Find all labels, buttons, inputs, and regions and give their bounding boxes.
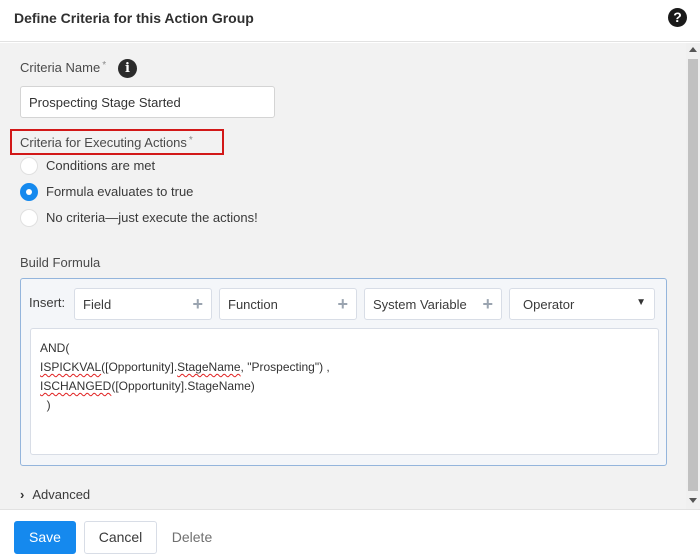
advanced-toggle[interactable]: › Advanced [20,487,90,502]
formula-line: AND( [40,341,70,355]
chevron-right-icon: › [20,487,25,502]
formula-editor[interactable]: AND( ISPICKVAL([Opportunity].StageName, … [30,328,659,455]
dialog-header: Define Criteria for this Action Group ? [0,0,700,42]
plus-icon: + [337,294,348,314]
scroll-up-arrow-icon[interactable] [689,47,697,52]
formula-line: ISCHANGED([Opportunity].StageName) [40,379,255,393]
cancel-button[interactable]: Cancel [84,521,157,554]
insert-system-variable-button[interactable]: System Variable + [364,288,502,320]
insert-function-button[interactable]: Function + [219,288,357,320]
criteria-name-label: Criteria Name * [20,60,107,75]
dialog-body: Criteria Name * i Prospecting Stage Start… [0,43,686,509]
radio-button[interactable] [20,209,38,227]
radio-button[interactable] [20,157,38,175]
info-icon[interactable]: i [118,59,137,78]
dialog-title: Define Criteria for this Action Group [14,10,254,26]
build-formula-label: Build Formula [20,255,101,270]
formula-line: ) [40,398,51,412]
radio-button-selected[interactable] [20,183,38,201]
scroll-thumb[interactable] [688,59,698,491]
vertical-scrollbar[interactable] [686,43,700,509]
insert-label: Insert: [29,295,66,310]
delete-button[interactable]: Delete [161,521,223,554]
plus-icon: + [482,294,493,314]
help-icon[interactable]: ? [668,8,687,27]
criteria-name-input[interactable]: Prospecting Stage Started [20,86,275,118]
dialog-footer: Save Cancel Delete [0,509,700,556]
insert-field-button[interactable]: Field + [74,288,212,320]
criteria-executing-label: Criteria for Executing Actions * [20,135,193,150]
formula-builder-panel: Insert: Field + Function + System Variab… [20,278,667,466]
plus-icon: + [192,294,203,314]
save-button[interactable]: Save [14,521,76,554]
scroll-down-arrow-icon[interactable] [689,498,697,503]
formula-line: ISPICKVAL([Opportunity].StageName, "Pros… [40,360,330,374]
operator-select[interactable]: Operator ▼ [509,288,655,320]
caret-down-icon: ▼ [636,297,646,308]
